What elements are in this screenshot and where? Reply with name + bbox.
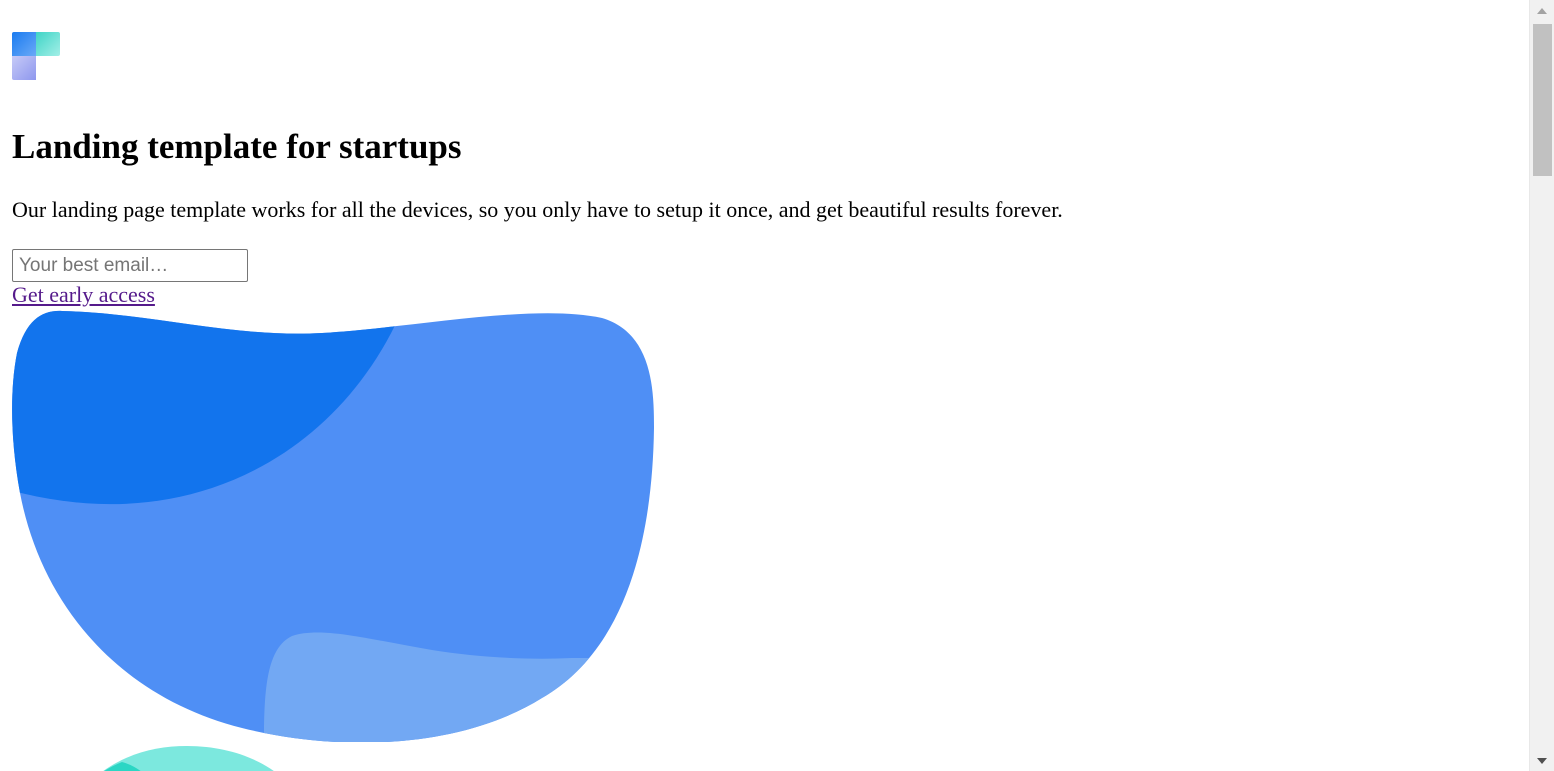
scroll-up-arrow-icon[interactable]: [1530, 2, 1554, 19]
vertical-scrollbar[interactable]: [1529, 0, 1554, 771]
hero-blob-illustration: [12, 310, 654, 742]
brand-logo-icon[interactable]: [12, 32, 60, 80]
get-early-access-link[interactable]: Get early access: [12, 282, 155, 308]
page-subtitle: Our landing page template works for all …: [12, 197, 1063, 222]
page-title: Landing template for startups: [12, 127, 462, 166]
hero-secondary-blob: [103, 746, 274, 771]
scrollbar-thumb[interactable]: [1533, 24, 1552, 176]
scroll-down-arrow-icon[interactable]: [1530, 752, 1554, 769]
browser-viewport: Landing template for startups Our landin…: [0, 0, 1554, 771]
email-input[interactable]: [12, 249, 248, 282]
